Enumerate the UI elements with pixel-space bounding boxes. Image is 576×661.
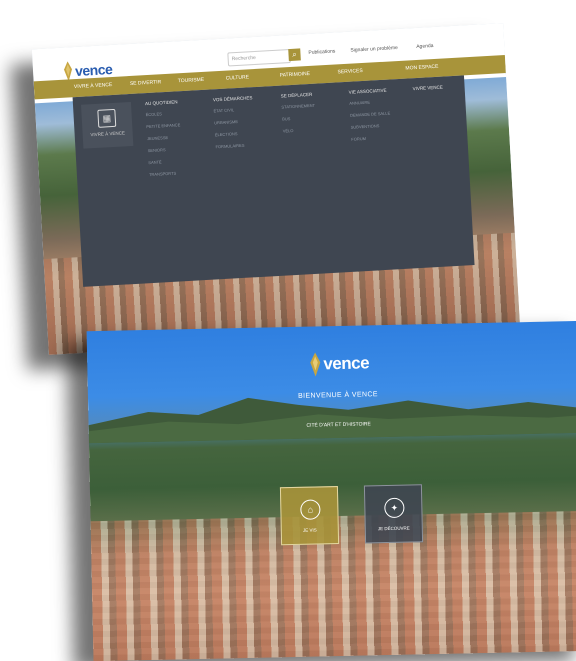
mega-column-heading: Vivre Vence — [412, 84, 443, 92]
mega-column-heading: Vie associative — [348, 87, 387, 95]
search-icon: ⌕ — [292, 49, 297, 59]
search-button[interactable]: ⌕ — [288, 48, 301, 62]
mega-link[interactable]: Élections — [215, 129, 277, 137]
mega-link[interactable]: Santé — [148, 157, 210, 165]
mega-column-associative: Vie associative Annuaire Demande de sall… — [349, 86, 414, 148]
search-input[interactable]: Recherche — [227, 48, 291, 67]
cta-label: Je découvre — [377, 525, 410, 532]
cta-label: Je vis — [302, 527, 317, 533]
mega-link[interactable]: Jeunesse — [147, 133, 209, 141]
mega-menu: ▦ Vivre à Vence Au quotidien Écoles Peti… — [72, 75, 475, 287]
logo-text: vence — [323, 353, 370, 374]
nav-item-vivre[interactable]: Vivre à Vence — [74, 82, 113, 90]
mega-link[interactable]: Bus — [282, 113, 344, 121]
compass-icon: ✦ — [384, 497, 405, 519]
mega-menu-tile-label: Vivre à Vence — [90, 130, 126, 138]
mega-column-demarches: Vos démarches État civil Urbanisme Élect… — [213, 94, 278, 156]
mega-link[interactable]: Forum — [351, 133, 413, 142]
screenshot-mega-menu: vence Recherche ⌕ Publications Signaler … — [31, 23, 521, 355]
mega-link[interactable]: Stationnement — [281, 101, 343, 110]
nav-item-patrimoine[interactable]: Patrimoine — [280, 71, 311, 79]
screenshot-home-hero: vence BIENVENUE À VENCE CITÉ D'ART ET D'… — [86, 320, 576, 661]
mega-link[interactable]: Formulaires — [215, 141, 277, 150]
cta-je-decouvre-button[interactable]: ✦ Je découvre — [363, 484, 424, 544]
mega-link[interactable]: Transports — [149, 169, 211, 178]
building-icon: ▦ — [97, 108, 117, 128]
mega-link[interactable]: Écoles — [146, 109, 208, 117]
utility-link-report[interactable]: Signaler un problème — [350, 45, 398, 54]
utility-link-agenda[interactable]: Agenda — [416, 43, 434, 50]
mega-column-quotidien: Au quotidien Écoles Petite enfance Jeune… — [145, 98, 212, 184]
mega-link[interactable]: Urbanisme — [214, 117, 276, 125]
mega-link[interactable]: Subventions — [351, 121, 413, 130]
cta-je-vis-button[interactable]: ⌂ Je vis — [279, 486, 340, 546]
mega-link[interactable]: Petite enfance — [146, 121, 208, 129]
mega-column-heading: Vos démarches — [212, 95, 253, 103]
mega-link[interactable]: État civil — [213, 105, 275, 113]
mega-link[interactable]: Seniors — [148, 145, 210, 153]
nav-item-divertir[interactable]: Se divertir — [130, 79, 162, 87]
utility-link-publications[interactable]: Publications — [308, 48, 335, 55]
nav-item-tourisme[interactable]: Tourisme — [178, 77, 205, 84]
mega-link[interactable]: Demande de salle — [350, 109, 412, 118]
nav-item-culture[interactable]: Culture — [226, 74, 250, 81]
home-icon: ⌂ — [300, 499, 321, 520]
nav-item-mon-espace[interactable]: Mon espace — [405, 64, 438, 72]
nav-item-services[interactable]: Services — [337, 68, 362, 75]
logo-mark-icon — [310, 352, 321, 377]
mega-link[interactable]: Vélo — [283, 125, 345, 134]
mega-menu-tile[interactable]: ▦ Vivre à Vence — [80, 101, 134, 149]
mega-column-heading: Au quotidien — [144, 99, 178, 107]
mega-link[interactable]: Annuaire — [349, 97, 411, 106]
mega-column-deplacer: Se déplacer Stationnement Bus Vélo — [281, 90, 346, 140]
mega-column-heading: Se déplacer — [280, 91, 313, 99]
site-logo[interactable]: vence — [309, 351, 370, 377]
